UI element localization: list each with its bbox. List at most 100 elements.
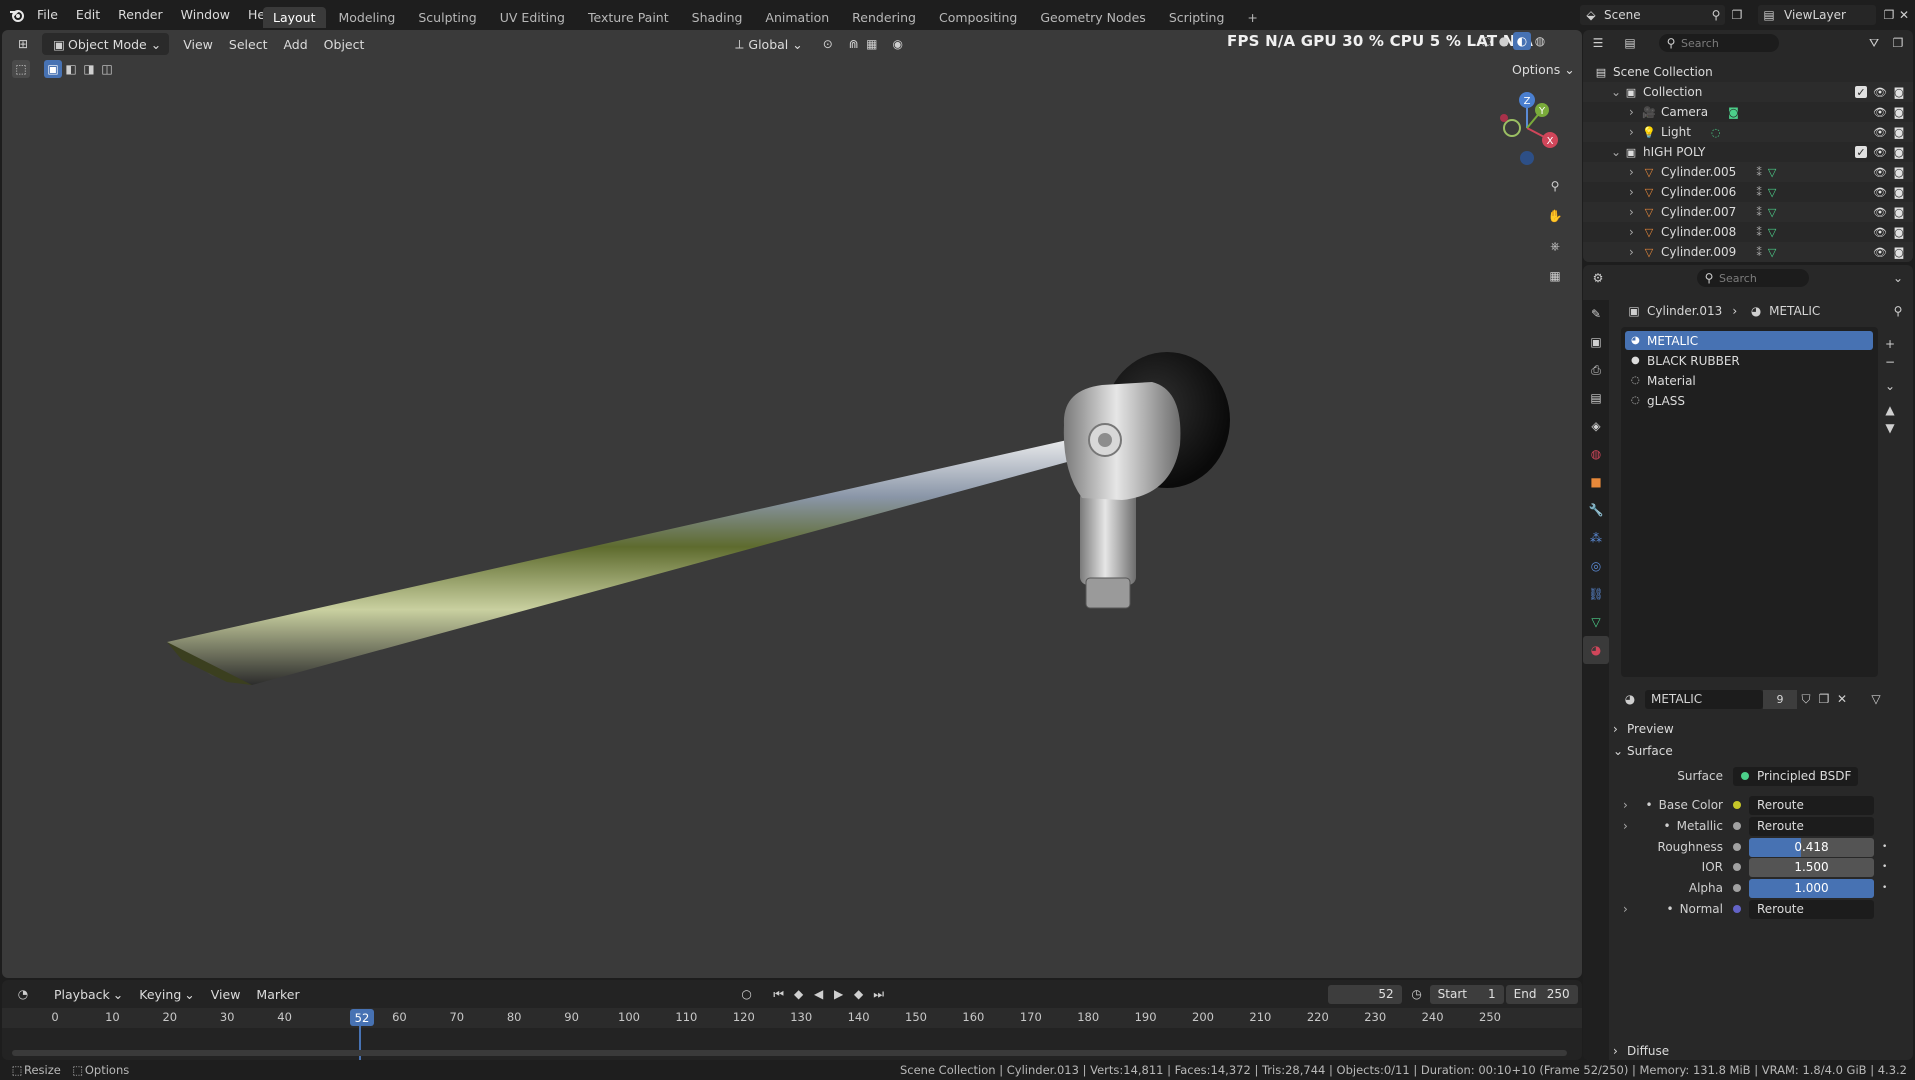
perspective-grid-icon[interactable]: ▦: [1542, 263, 1568, 289]
tab-animation[interactable]: Animation: [755, 7, 839, 28]
input-socket-icon[interactable]: [1733, 801, 1741, 809]
3d-viewport[interactable]: ⊞ ▣ Object Mode ⌄ View Select Add Object ⟂ …: [2, 30, 1582, 978]
material-slot[interactable]: ◕ METALIC: [1625, 331, 1873, 350]
tab-shading[interactable]: Shading: [682, 7, 753, 28]
slot-menu-icon[interactable]: ⌄: [1881, 377, 1899, 395]
camera-render-icon[interactable]: ◙: [1893, 206, 1905, 219]
auto-key-icon[interactable]: ○: [738, 985, 756, 1003]
display-mode-icon[interactable]: ▤: [1621, 34, 1639, 52]
data-tab-icon[interactable]: ▽: [1583, 608, 1609, 636]
frame-ruler[interactable]: 0 10 20 30 40 60 70 80 90 100 110 120 130 140 150 160 17…: [2, 1008, 1582, 1028]
duplicate-material-icon[interactable]: ❐: [1815, 690, 1833, 708]
pin-icon[interactable]: ⚲: [1889, 302, 1907, 320]
pan-hand-icon[interactable]: ✋: [1542, 203, 1568, 229]
user-count[interactable]: 9: [1763, 689, 1797, 709]
scene-selector[interactable]: ⬙ Scene ⚲: [1580, 5, 1725, 25]
camera-render-icon[interactable]: ◙: [1893, 226, 1905, 239]
tab-rendering[interactable]: Rendering: [842, 7, 926, 28]
camera-render-icon[interactable]: ◙: [1893, 186, 1905, 199]
orientation-dropdown[interactable]: ⟂ Global ⌄: [722, 33, 810, 55]
outliner-editor-icon[interactable]: ☰: [1589, 34, 1607, 52]
current-frame-field[interactable]: 52: [1327, 984, 1402, 1004]
outliner-search[interactable]: ⚲ Search: [1659, 34, 1779, 52]
end-frame-field[interactable]: End 250: [1505, 984, 1578, 1004]
camera-render-icon[interactable]: ◙: [1893, 246, 1905, 259]
eye-icon[interactable]: 👁: [1873, 246, 1887, 259]
view-layer-selector[interactable]: ▤ ViewLayer: [1758, 5, 1876, 25]
tab-modeling[interactable]: Modeling: [329, 7, 406, 28]
chevron-right-icon[interactable]: ›: [1629, 125, 1641, 139]
new-collection-icon[interactable]: ❐: [1889, 34, 1907, 52]
zoom-icon[interactable]: ⚲: [1542, 173, 1568, 199]
eye-icon[interactable]: 👁: [1873, 146, 1887, 159]
constraints-tab-icon[interactable]: ⛓: [1583, 580, 1609, 608]
properties-editor-icon[interactable]: ⚙: [1589, 269, 1607, 287]
pivot-icon[interactable]: ⊙: [819, 35, 837, 53]
chevron-down-icon[interactable]: ⌄: [1889, 269, 1907, 287]
add-slot-icon[interactable]: +: [1881, 335, 1899, 353]
surface-shader-field[interactable]: Principled BSDF: [1733, 766, 1858, 786]
tab-geometry-nodes[interactable]: Geometry Nodes: [1030, 7, 1155, 28]
viewport-menu-select[interactable]: Select: [221, 33, 276, 55]
camera-render-icon[interactable]: ◙: [1893, 106, 1905, 119]
timeline-menu-playback[interactable]: Playback ⌄: [46, 983, 131, 1005]
input-socket-icon[interactable]: [1733, 863, 1741, 871]
snap-icon[interactable]: ⋒: [845, 35, 863, 53]
material-browse-icon[interactable]: ◕: [1621, 690, 1639, 708]
material-slot[interactable]: ● BLACK RUBBER: [1625, 351, 1873, 370]
modifier-tab-icon[interactable]: 🔧: [1583, 496, 1609, 524]
chevron-right-icon[interactable]: ›: [1629, 165, 1641, 179]
jump-start-icon[interactable]: ⏮: [770, 985, 788, 1003]
particles-tab-icon[interactable]: ⁂: [1583, 524, 1609, 552]
tab-scripting[interactable]: Scripting: [1159, 7, 1235, 28]
keyframe-dot-icon[interactable]: •: [1882, 842, 1887, 852]
outliner-row[interactable]: › ▽ Cylinder.005 ⁑ ▽ 👁 ◙: [1583, 162, 1913, 182]
outliner-search-input[interactable]: Search: [1681, 37, 1719, 50]
properties-search-input[interactable]: Search: [1719, 272, 1757, 285]
preview-panel-header[interactable]: › Preview: [1613, 718, 1908, 740]
remove-slot-icon[interactable]: −: [1881, 353, 1899, 371]
input-link-field[interactable]: Reroute: [1749, 899, 1874, 919]
material-shading-icon[interactable]: ◐: [1513, 32, 1531, 50]
outliner-row[interactable]: › 💡 Light ◌ 👁 ◙: [1583, 122, 1913, 142]
mode-dropdown[interactable]: ▣ Object Mode ⌄: [42, 33, 170, 55]
render-tab-icon[interactable]: ▣: [1583, 328, 1609, 356]
timeline-scrollbar[interactable]: [12, 1050, 1567, 1056]
camera-render-icon[interactable]: ◙: [1893, 166, 1905, 179]
chevron-down-icon[interactable]: ⌄: [1611, 145, 1623, 159]
input-socket-icon[interactable]: [1733, 905, 1741, 913]
tab-texture-paint[interactable]: Texture Paint: [578, 7, 679, 28]
tool-tab-icon[interactable]: ✎: [1583, 300, 1609, 328]
prev-keyframe-icon[interactable]: ◆: [790, 985, 808, 1003]
outliner-row[interactable]: › ▽ Cylinder.008 ⁑ ▽ 👁 ◙: [1583, 222, 1913, 242]
chevron-right-icon[interactable]: ›: [1629, 185, 1641, 199]
outliner-row[interactable]: ⌄ ▣ Collection ✓ 👁 ◙: [1583, 82, 1913, 102]
options-dropdown[interactable]: Options ⌄: [1504, 58, 1582, 80]
select-extend-icon[interactable]: ◧: [62, 60, 80, 78]
camera-render-icon[interactable]: ◙: [1893, 86, 1905, 99]
material-slot[interactable]: ◌ Material: [1625, 371, 1873, 390]
camera-view-icon[interactable]: ⎈: [1542, 233, 1568, 259]
object-tab-icon[interactable]: ■: [1583, 468, 1609, 496]
surface-panel-header[interactable]: ⌄ Surface: [1613, 740, 1908, 762]
chevron-down-icon[interactable]: ⌄: [1611, 85, 1623, 99]
outliner-row[interactable]: ▤ Scene Collection: [1583, 62, 1913, 82]
navigation-gizmo[interactable]: Z X Y: [1492, 88, 1562, 168]
menu-render[interactable]: Render: [109, 7, 172, 22]
input-slider[interactable]: 1.500: [1749, 857, 1874, 877]
diffuse-panel-header[interactable]: › Diffuse: [1613, 1040, 1908, 1060]
eye-icon[interactable]: 👁: [1873, 206, 1887, 219]
chevron-right-icon[interactable]: ›: [1623, 902, 1628, 916]
outliner-row[interactable]: › 🎥 Camera ◙ 👁 ◙: [1583, 102, 1913, 122]
material-link-icon[interactable]: ▽: [1867, 690, 1885, 708]
material-slot[interactable]: ◌ gLASS: [1625, 391, 1873, 410]
chevron-right-icon[interactable]: ›: [1629, 205, 1641, 219]
timeline-menu-view[interactable]: View: [203, 983, 249, 1005]
eye-icon[interactable]: 👁: [1873, 186, 1887, 199]
chevron-right-icon[interactable]: ›: [1629, 225, 1641, 239]
select-tool-icon[interactable]: ⬚: [12, 60, 30, 78]
keyframe-dot-icon[interactable]: •: [1882, 883, 1887, 893]
unlink-material-icon[interactable]: ✕: [1833, 690, 1851, 708]
view-layer-tab-icon[interactable]: ▤: [1583, 384, 1609, 412]
eye-icon[interactable]: 👁: [1873, 226, 1887, 239]
